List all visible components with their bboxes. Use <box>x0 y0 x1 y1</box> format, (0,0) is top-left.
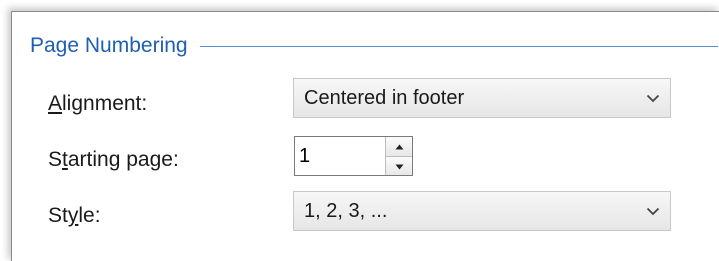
chevron-down-icon <box>636 79 670 117</box>
group-divider <box>199 45 718 47</box>
spin-up-button[interactable] <box>386 137 412 156</box>
style-label: Style: <box>48 204 101 227</box>
arrow-up-icon <box>395 137 404 155</box>
canvas: Page Numbering Alignment: Centered in fo… <box>0 0 719 261</box>
spin-buttons <box>385 137 412 175</box>
style-accelerator: y <box>67 204 79 227</box>
starting-page-spinner[interactable] <box>294 136 413 176</box>
alignment-dropdown[interactable]: Centered in footer <box>293 78 671 118</box>
starting-page-label: Starting page: <box>48 148 179 171</box>
alignment-label: Alignment: <box>48 92 148 115</box>
group-header: Page Numbering <box>30 34 719 58</box>
page-numbering-panel: Page Numbering Alignment: Centered in fo… <box>11 11 719 261</box>
alignment-value: Centered in footer <box>304 86 465 109</box>
starting-page-input[interactable] <box>295 137 385 175</box>
style-dropdown[interactable]: 1, 2, 3, ... <box>293 191 671 231</box>
style-value: 1, 2, 3, ... <box>304 199 388 222</box>
chevron-down-icon <box>636 192 670 230</box>
group-title: Page Numbering <box>30 34 188 57</box>
spin-down-button[interactable] <box>386 155 412 175</box>
arrow-down-icon <box>395 157 404 175</box>
alignment-accelerator: A <box>48 92 63 115</box>
